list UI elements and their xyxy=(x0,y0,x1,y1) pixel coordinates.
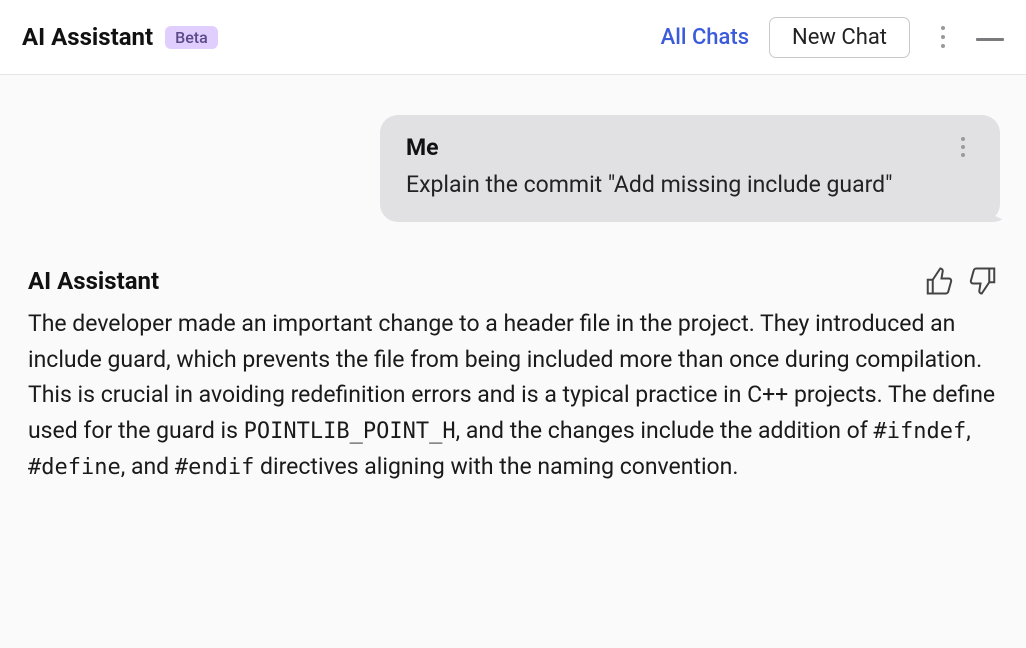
new-chat-button[interactable]: New Chat xyxy=(769,17,910,58)
beta-badge: Beta xyxy=(165,26,218,49)
more-options-icon[interactable] xyxy=(930,19,956,55)
chat-area: Me Explain the commit "Add missing inclu… xyxy=(0,75,1026,485)
message-options-icon[interactable] xyxy=(952,133,974,161)
header-bar: AI Assistant Beta All Chats New Chat xyxy=(0,0,1026,75)
minimize-icon[interactable] xyxy=(976,38,1004,41)
assistant-message-text: The developer made an important change t… xyxy=(28,306,998,485)
thumbs-up-icon[interactable] xyxy=(924,266,954,296)
user-message-bubble: Me Explain the commit "Add missing inclu… xyxy=(380,115,1000,222)
ai-text-part: directives aligning with the naming conv… xyxy=(254,453,738,480)
user-message-row: Me Explain the commit "Add missing inclu… xyxy=(26,115,1000,222)
assistant-message: AI Assistant The developer made an impor… xyxy=(26,266,1000,485)
user-message-header: Me xyxy=(406,133,974,161)
ai-code: #endif xyxy=(175,455,254,480)
assistant-header: AI Assistant xyxy=(28,266,998,296)
ai-text-part: , and the changes include the addition o… xyxy=(456,417,874,444)
ai-code: #define xyxy=(28,455,121,480)
header-right: All Chats New Chat xyxy=(661,17,1004,58)
ai-code: #ifndef xyxy=(874,419,967,444)
header-left: AI Assistant Beta xyxy=(22,23,218,51)
ai-text-part: , xyxy=(966,417,971,444)
app-title: AI Assistant xyxy=(22,23,153,51)
thumbs-down-icon[interactable] xyxy=(968,266,998,296)
user-message-text: Explain the commit "Add missing include … xyxy=(406,169,974,200)
user-label: Me xyxy=(406,134,439,161)
ai-text-part: , and xyxy=(121,453,175,480)
assistant-label: AI Assistant xyxy=(28,267,159,295)
all-chats-link[interactable]: All Chats xyxy=(661,25,749,50)
feedback-controls xyxy=(924,266,998,296)
ai-code: POINTLIB_POINT_H xyxy=(244,419,456,444)
